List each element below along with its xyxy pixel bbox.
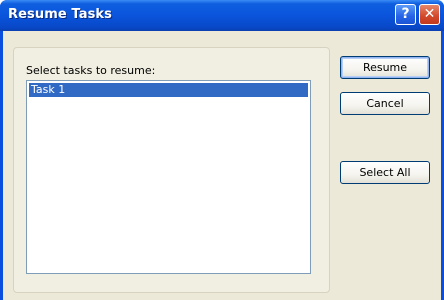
dialog-window: Resume Tasks ? ✕ Select tasks to resume:…	[0, 0, 444, 300]
help-button[interactable]: ?	[395, 4, 416, 25]
title-bar[interactable]: Resume Tasks ? ✕	[0, 0, 444, 31]
window-title: Resume Tasks	[8, 7, 112, 22]
close-icon: ✕	[423, 6, 436, 22]
dialog-body: Select tasks to resume: Task 1 Resume Ca…	[3, 31, 441, 300]
select-all-button[interactable]: Select All	[340, 161, 430, 184]
cancel-button[interactable]: Cancel	[340, 92, 430, 115]
task-list[interactable]: Task 1	[26, 80, 311, 274]
help-icon: ?	[401, 6, 410, 22]
select-tasks-label: Select tasks to resume:	[26, 64, 156, 77]
close-button[interactable]: ✕	[419, 4, 440, 25]
resume-button[interactable]: Resume	[340, 56, 430, 79]
list-item-task-1[interactable]: Task 1	[29, 83, 308, 97]
